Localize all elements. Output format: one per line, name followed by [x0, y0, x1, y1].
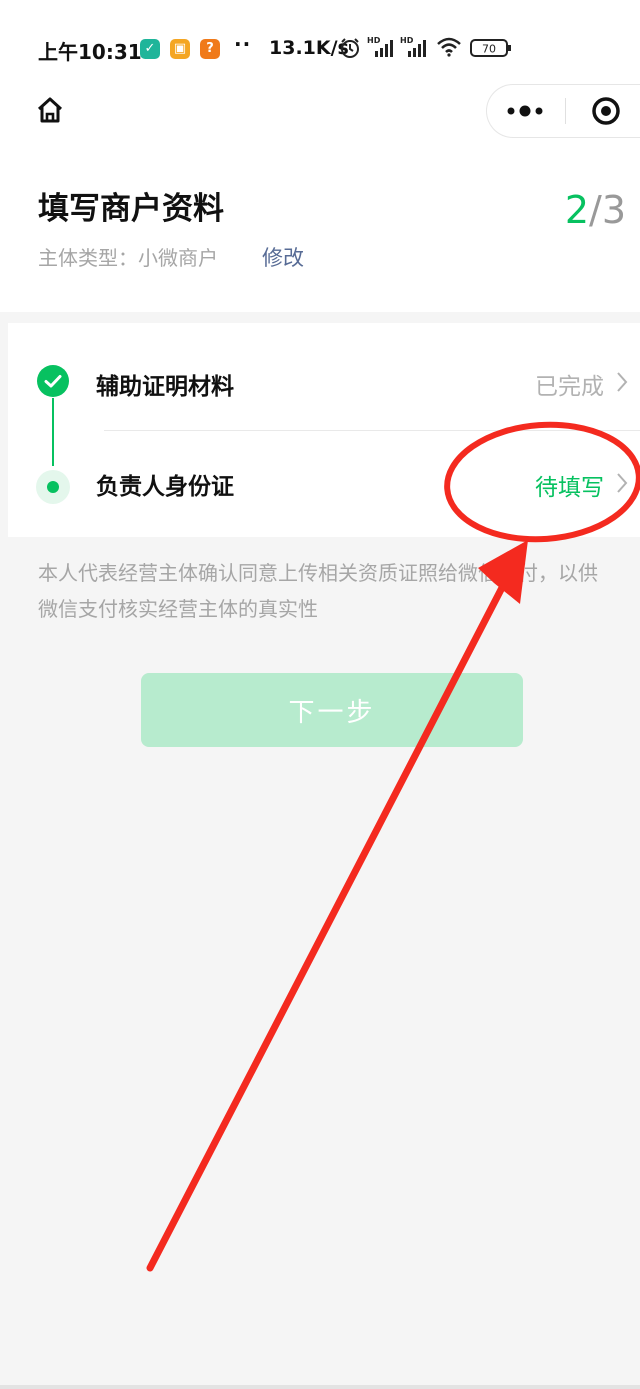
signal-hd-label: HD: [400, 36, 414, 45]
page-title: 填写商户资料: [38, 191, 224, 227]
alarm-icon: [341, 38, 359, 58]
battery-level: 70: [482, 43, 496, 56]
next-step-button[interactable]: 下一步: [141, 673, 523, 747]
page-header: 填写商户资料 2/3 主体类型：小微商户 修改: [0, 80, 640, 312]
status-time: 上午10:31: [38, 40, 142, 64]
subject-type-label: 主体类型：小微商户: [38, 246, 218, 270]
more-button[interactable]: [487, 85, 563, 137]
step-row-id-card[interactable]: 负责人身份证 待填写: [8, 431, 640, 537]
close-button[interactable]: [573, 85, 640, 137]
signal-icon: HD: [367, 36, 393, 57]
capsule-divider: [565, 98, 566, 124]
step-label: 负责人身份证: [96, 474, 234, 500]
battery-icon: 70: [470, 39, 511, 57]
menu-capsule: [486, 84, 640, 138]
status-more-dots: ··: [234, 32, 252, 56]
network-speed: 13.1K/s: [269, 37, 349, 59]
step-status-pending: 待填写: [535, 475, 604, 501]
step-current: 2: [564, 188, 589, 232]
edit-subject-link[interactable]: 修改: [262, 242, 304, 272]
notification-app-icon: ?: [200, 39, 220, 59]
status-bar: 上午10:31 ✓ ▣ ? ·· 13.1K/s HD HD 70: [0, 0, 640, 80]
shield-app-icon: ✓: [140, 39, 160, 59]
check-icon: [37, 365, 69, 397]
wifi-icon: [437, 37, 461, 57]
chevron-right-icon: [617, 372, 628, 392]
steps-list: 辅助证明材料 已完成 负责人身份证 待填写: [8, 323, 640, 537]
step-label: 辅助证明材料: [96, 374, 234, 400]
home-icon: [37, 97, 63, 123]
signal-icon: HD: [400, 36, 426, 57]
step-row-supporting-materials[interactable]: 辅助证明材料 已完成: [8, 323, 640, 429]
bottom-edge: [0, 1385, 640, 1389]
step-counter: 2/3: [565, 188, 626, 232]
more-dots-icon: [507, 105, 543, 117]
chevron-right-icon: [617, 473, 628, 493]
gallery-app-icon: ▣: [170, 39, 190, 59]
consent-text: 本人代表经营主体确认同意上传相关资质证照给微信支付，以供微信支付核实经营主体的真…: [38, 561, 598, 621]
step-separator: /: [589, 188, 602, 232]
pending-step-icon: [36, 470, 70, 504]
home-button[interactable]: [24, 84, 76, 136]
target-close-icon: [592, 97, 620, 125]
step-total: 3: [601, 188, 626, 232]
step-status-done: 已完成: [535, 374, 604, 400]
signal-hd-label: HD: [367, 36, 381, 45]
